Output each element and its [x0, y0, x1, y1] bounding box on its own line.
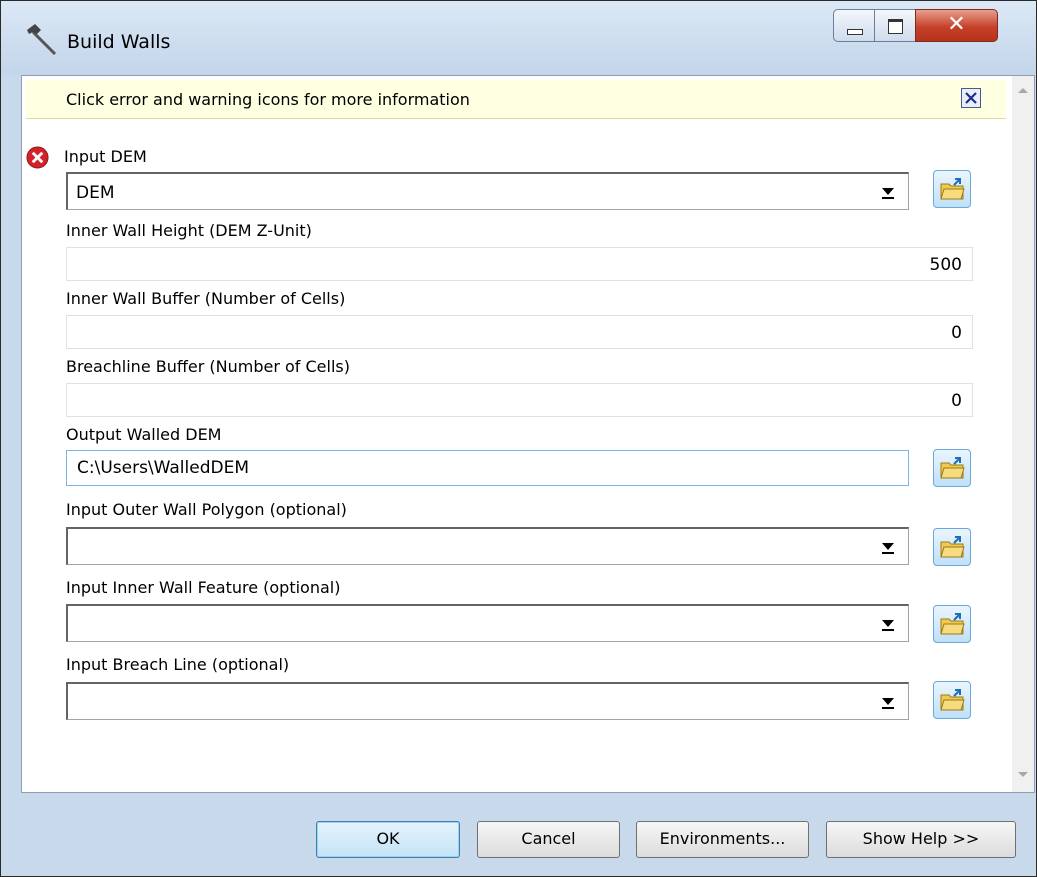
dropdown-arrow-icon	[882, 188, 894, 195]
ok-button[interactable]: OK	[316, 821, 460, 858]
error-icon[interactable]	[26, 146, 49, 169]
breach-line-label: Input Breach Line (optional)	[66, 655, 290, 674]
close-box-icon	[965, 92, 977, 104]
open-folder-icon	[940, 689, 965, 711]
parameters-content: Click error and warning icons for more i…	[22, 76, 1012, 792]
inner-wall-height-value: 500	[929, 255, 962, 275]
cancel-button[interactable]: Cancel	[477, 821, 620, 858]
outer-wall-polygon-label: Input Outer Wall Polygon (optional)	[66, 500, 347, 519]
build-walls-window: Build Walls ✕ Click error and warning ic…	[0, 0, 1037, 877]
minimize-button[interactable]	[833, 9, 875, 42]
open-folder-icon	[940, 178, 965, 200]
inner-wall-feature-browse-button[interactable]	[933, 605, 971, 643]
outer-wall-polygon-dropdown[interactable]	[873, 537, 903, 559]
output-walled-dem-browse-button[interactable]	[933, 449, 971, 487]
close-icon: ✕	[947, 12, 966, 37]
close-button[interactable]: ✕	[915, 9, 998, 42]
inner-wall-height-input[interactable]: 500	[66, 247, 973, 281]
breachline-buffer-input[interactable]: 0	[66, 383, 973, 417]
input-dem-value: DEM	[76, 183, 115, 203]
dropdown-arrow-icon	[882, 543, 894, 550]
dropdown-arrow-icon	[882, 698, 894, 705]
outer-wall-polygon-combo[interactable]	[66, 527, 909, 565]
input-dem-combo[interactable]: DEM	[66, 172, 909, 210]
hammer-icon	[27, 24, 57, 56]
message-bar: Click error and warning icons for more i…	[26, 80, 1006, 119]
message-close-button[interactable]	[961, 88, 981, 108]
message-text: Click error and warning icons for more i…	[66, 90, 470, 109]
inner-wall-buffer-label: Inner Wall Buffer (Number of Cells)	[66, 289, 346, 308]
input-dem-browse-button[interactable]	[933, 170, 971, 208]
breachline-buffer-label: Breachline Buffer (Number of Cells)	[66, 357, 350, 376]
inner-wall-buffer-input[interactable]: 0	[66, 315, 973, 349]
inner-wall-feature-label: Input Inner Wall Feature (optional)	[66, 578, 341, 597]
inner-wall-buffer-value: 0	[951, 323, 962, 343]
input-dem-label: Input DEM	[64, 147, 147, 166]
breach-line-combo[interactable]	[66, 682, 909, 720]
inner-wall-feature-dropdown[interactable]	[873, 614, 903, 636]
output-walled-dem-label: Output Walled DEM	[66, 425, 222, 444]
vertical-scrollbar[interactable]	[1012, 76, 1034, 792]
open-folder-icon	[940, 536, 965, 558]
output-walled-dem-input[interactable]: C:\Users\WalledDEM	[66, 450, 909, 486]
inner-wall-feature-combo[interactable]	[66, 604, 909, 642]
open-folder-icon	[940, 613, 965, 635]
environments-button[interactable]: Environments...	[636, 821, 809, 858]
open-folder-icon	[940, 457, 965, 479]
dropdown-arrow-icon	[882, 620, 894, 627]
outer-wall-polygon-browse-button[interactable]	[933, 528, 971, 566]
breach-line-dropdown[interactable]	[873, 692, 903, 714]
breach-line-browse-button[interactable]	[933, 681, 971, 719]
maximize-icon	[888, 19, 903, 34]
show-help-button[interactable]: Show Help >>	[826, 821, 1016, 858]
title-bar[interactable]: Build Walls ✕	[1, 1, 1036, 75]
output-walled-dem-value: C:\Users\WalledDEM	[77, 458, 249, 478]
scroll-up-icon[interactable]	[1018, 88, 1028, 93]
window-title: Build Walls	[67, 31, 171, 53]
scroll-down-icon[interactable]	[1018, 772, 1028, 777]
parameters-panel: Click error and warning icons for more i…	[21, 75, 1035, 793]
inner-wall-height-label: Inner Wall Height (DEM Z-Unit)	[66, 221, 312, 240]
breachline-buffer-value: 0	[951, 391, 962, 411]
minimize-icon	[847, 29, 863, 35]
maximize-button[interactable]	[874, 9, 916, 42]
input-dem-dropdown[interactable]	[873, 182, 903, 204]
